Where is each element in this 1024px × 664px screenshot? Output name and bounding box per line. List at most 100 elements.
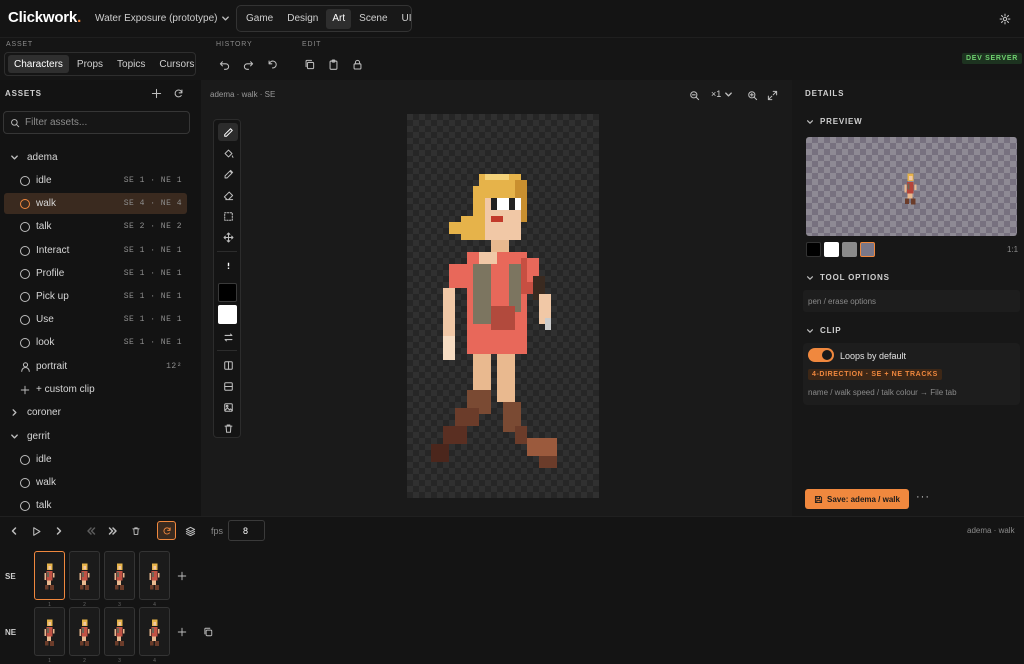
add-frame-ne-button[interactable] bbox=[173, 623, 191, 641]
preview-bg-checker[interactable] bbox=[860, 242, 875, 257]
select-tool[interactable] bbox=[218, 207, 238, 225]
frame-thumbnail[interactable] bbox=[69, 551, 100, 600]
fill-tool[interactable] bbox=[218, 144, 238, 162]
eraser-tool[interactable] bbox=[218, 186, 238, 204]
tree-clip-idle[interactable]: idle bbox=[4, 449, 187, 470]
track-label-se: SE bbox=[5, 572, 16, 581]
filter-assets-field[interactable] bbox=[25, 117, 175, 128]
clip-section-toggle[interactable]: CLIP bbox=[806, 326, 841, 335]
frame-thumbnail[interactable] bbox=[69, 607, 100, 656]
delete-frame-button[interactable] bbox=[127, 522, 145, 540]
copy-track-button[interactable] bbox=[199, 623, 217, 641]
tab-topics[interactable]: Topics bbox=[111, 55, 151, 73]
clear-frame-button[interactable] bbox=[218, 419, 238, 437]
fullscreen-button[interactable] bbox=[763, 86, 781, 104]
primary-color-swatch[interactable] bbox=[218, 283, 237, 302]
reset-button[interactable] bbox=[263, 55, 281, 73]
refresh-icon bbox=[174, 89, 182, 97]
onion-skin-button[interactable] bbox=[181, 522, 199, 540]
tree-portrait[interactable]: portrait 12² bbox=[4, 356, 187, 377]
zoom-level-select[interactable]: ×1 bbox=[711, 89, 733, 99]
timeline-status: adema · walk bbox=[967, 526, 1015, 535]
move-frame-right-button[interactable] bbox=[104, 522, 122, 540]
tab-cursors[interactable]: Cursors bbox=[153, 55, 200, 73]
flip-vertical-button[interactable] bbox=[218, 377, 238, 395]
sprite-art bbox=[407, 114, 599, 498]
next-frame-button[interactable] bbox=[50, 522, 68, 540]
loops-toggle[interactable] bbox=[808, 348, 834, 362]
tool-palette bbox=[213, 119, 241, 438]
frame-thumbnail[interactable] bbox=[34, 607, 65, 656]
preview-bg-gray[interactable] bbox=[842, 242, 857, 257]
redo-button[interactable] bbox=[239, 55, 257, 73]
tab-characters[interactable]: Characters bbox=[8, 55, 69, 73]
frame-thumbnail[interactable] bbox=[139, 551, 170, 600]
clip-circle-icon bbox=[20, 454, 30, 465]
frame-thumbnail[interactable] bbox=[104, 551, 135, 600]
clip-track-count: SE 1 · NE 1 bbox=[123, 292, 182, 301]
mode-design[interactable]: Design bbox=[281, 9, 324, 29]
image-icon bbox=[223, 402, 233, 412]
tree-clip-look[interactable]: look SE 1 · NE 1 bbox=[4, 332, 187, 353]
tree-clip-walk[interactable]: walk SE 4 · NE 4 bbox=[4, 193, 187, 214]
play-button[interactable] bbox=[27, 522, 45, 540]
add-asset-button[interactable] bbox=[147, 84, 165, 102]
zoom-out-button[interactable] bbox=[685, 86, 703, 104]
move-tool[interactable] bbox=[218, 228, 238, 246]
move-frame-left-button[interactable] bbox=[82, 522, 100, 540]
preview-bg-black[interactable] bbox=[806, 242, 821, 257]
tree-clip-use[interactable]: Use SE 1 · NE 1 bbox=[4, 309, 187, 330]
mode-art[interactable]: Art bbox=[326, 8, 352, 29]
tree-clip-interact[interactable]: Interact SE 1 · NE 1 bbox=[4, 240, 187, 261]
settings-button[interactable] bbox=[996, 10, 1014, 28]
preview-section-toggle[interactable]: PREVIEW bbox=[806, 117, 863, 126]
refresh-assets-button[interactable] bbox=[169, 84, 187, 102]
brush-size-tool[interactable] bbox=[218, 256, 238, 274]
mode-game[interactable]: Game bbox=[240, 9, 279, 29]
secondary-color-swatch[interactable] bbox=[218, 305, 237, 324]
tab-props[interactable]: Props bbox=[71, 55, 109, 73]
pencil-tool[interactable] bbox=[218, 123, 238, 141]
tree-clip-pick-up[interactable]: Pick up SE 1 · NE 1 bbox=[4, 286, 187, 307]
frame-thumbnail[interactable] bbox=[104, 607, 135, 656]
tree-group-adema[interactable]: adema bbox=[4, 147, 187, 168]
more-options-button[interactable]: ··· bbox=[916, 491, 930, 503]
save-label: Save: adema / walk bbox=[827, 494, 900, 504]
loop-toggle-button[interactable] bbox=[157, 521, 176, 540]
flip-horizontal-button[interactable] bbox=[218, 356, 238, 374]
pixel-editor-canvas[interactable] bbox=[407, 114, 599, 498]
prev-frame-button[interactable] bbox=[5, 522, 23, 540]
save-button[interactable]: Save: adema / walk bbox=[805, 489, 909, 509]
swap-colors-button[interactable] bbox=[218, 328, 238, 346]
tree-clip-walk[interactable]: walk bbox=[4, 472, 187, 493]
preview-bg-white[interactable] bbox=[824, 242, 839, 257]
add-frame-se-button[interactable] bbox=[173, 567, 191, 585]
tool-options-heading: TOOL OPTIONS bbox=[820, 273, 890, 282]
tool-options-section-toggle[interactable]: TOOL OPTIONS bbox=[806, 273, 890, 282]
mode-scene[interactable]: Scene bbox=[353, 9, 393, 29]
lock-button[interactable] bbox=[348, 55, 366, 73]
clip-label: walk bbox=[36, 477, 57, 488]
tree-group-gerrit[interactable]: gerrit bbox=[4, 426, 187, 447]
eyedropper-icon bbox=[224, 169, 233, 178]
tree-clip-profile[interactable]: Profile SE 1 · NE 1 bbox=[4, 263, 187, 284]
mode-ui[interactable]: UI bbox=[396, 9, 418, 29]
frame-thumbnail[interactable] bbox=[139, 607, 170, 656]
filter-assets-input[interactable] bbox=[3, 111, 190, 134]
rotate-ccw-icon bbox=[268, 60, 277, 68]
fps-input[interactable]: 8 bbox=[228, 520, 265, 541]
tree-clip-talk[interactable]: talk SE 2 · NE 2 bbox=[4, 216, 187, 237]
tree-group-coroner[interactable]: coroner bbox=[4, 402, 187, 423]
paste-button[interactable] bbox=[324, 55, 342, 73]
frame-thumbnail[interactable] bbox=[34, 551, 65, 600]
undo-button[interactable] bbox=[215, 55, 233, 73]
tree-clip-talk[interactable]: talk bbox=[4, 495, 187, 516]
zoom-in-button[interactable] bbox=[743, 86, 761, 104]
tree-clip-idle[interactable]: idle SE 1 · NE 1 bbox=[4, 170, 187, 191]
copy-button[interactable] bbox=[300, 55, 318, 73]
assets-heading: ASSETS bbox=[5, 89, 42, 98]
import-image-button[interactable] bbox=[218, 398, 238, 416]
add-custom-clip[interactable]: + custom clip bbox=[4, 379, 187, 400]
project-selector[interactable]: Water Exposure (prototype) bbox=[95, 13, 230, 24]
eyedropper-tool[interactable] bbox=[218, 165, 238, 183]
